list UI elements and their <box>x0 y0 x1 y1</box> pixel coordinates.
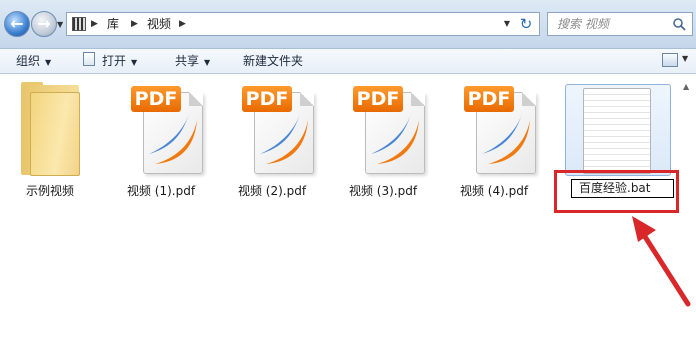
new-folder-button[interactable]: 新建文件夹 <box>243 53 303 69</box>
search-icon[interactable] <box>672 17 686 31</box>
breadcrumb-videos[interactable]: 视频 <box>147 17 171 31</box>
text-file-icon <box>583 88 651 174</box>
library-video-icon <box>72 17 86 31</box>
chevron-down-icon: ▼ <box>131 58 138 67</box>
search-box[interactable]: 搜索 视频 <box>547 12 693 36</box>
folder-icon <box>30 92 80 176</box>
organize-menu[interactable]: 组织 ▼ <box>16 53 51 71</box>
open-menu[interactable]: 打开 ▼ <box>102 53 137 71</box>
pdf-file-item[interactable]: 视频 (4).pdf <box>449 80 539 204</box>
share-label: 共享 <box>175 54 200 68</box>
scroll-up-arrow-icon[interactable]: ▲ <box>683 82 689 91</box>
file-name: 视频 (3).pdf <box>348 184 418 198</box>
back-arrow-icon: ← <box>10 14 24 33</box>
forward-arrow-icon: → <box>37 14 51 33</box>
breadcrumb-separator-icon[interactable]: ▶ <box>91 17 98 31</box>
file-name: 视频 (1).pdf <box>126 184 196 198</box>
address-field[interactable]: ▶ 库 ▶ 视频 ▶ <box>66 12 540 36</box>
open-icon <box>83 52 95 66</box>
pdf-file-item[interactable]: 视频 (2).pdf <box>227 80 317 204</box>
recent-pages-dropdown-icon[interactable]: ▼ <box>57 20 65 30</box>
pdf-file-item[interactable]: 视频 (1).pdf <box>116 80 206 204</box>
file-name: 视频 (4).pdf <box>459 184 529 198</box>
refresh-icon[interactable]: ↻ <box>515 14 537 34</box>
chevron-down-icon: ▼ <box>45 58 52 67</box>
address-history-dropdown-icon[interactable]: ▼ <box>498 13 516 35</box>
back-button[interactable]: ← <box>4 11 30 37</box>
file-name: 示例视频 <box>25 184 74 198</box>
chevron-down-icon: ▼ <box>204 58 211 67</box>
breadcrumb-library[interactable]: 库 <box>107 17 119 31</box>
breadcrumb-separator-icon[interactable]: ▶ <box>179 17 186 31</box>
share-menu[interactable]: 共享 ▼ <box>175 53 210 71</box>
red-arrow-annotation-icon <box>632 216 691 307</box>
highlight-annotation-box <box>554 170 679 213</box>
new-folder-label: 新建文件夹 <box>243 54 304 68</box>
organize-label: 组织 <box>16 54 41 68</box>
file-name: 视频 (2).pdf <box>237 184 307 198</box>
breadcrumb-separator-icon[interactable]: ▶ <box>131 17 138 31</box>
change-view-icon[interactable] <box>662 53 678 67</box>
search-placeholder: 搜索 视频 <box>557 17 609 31</box>
forward-button[interactable]: → <box>31 11 57 37</box>
view-options-dropdown-icon[interactable]: ▼ <box>682 54 688 63</box>
open-label: 打开 <box>102 54 127 68</box>
pdf-file-item[interactable]: 视频 (3).pdf <box>338 80 428 204</box>
